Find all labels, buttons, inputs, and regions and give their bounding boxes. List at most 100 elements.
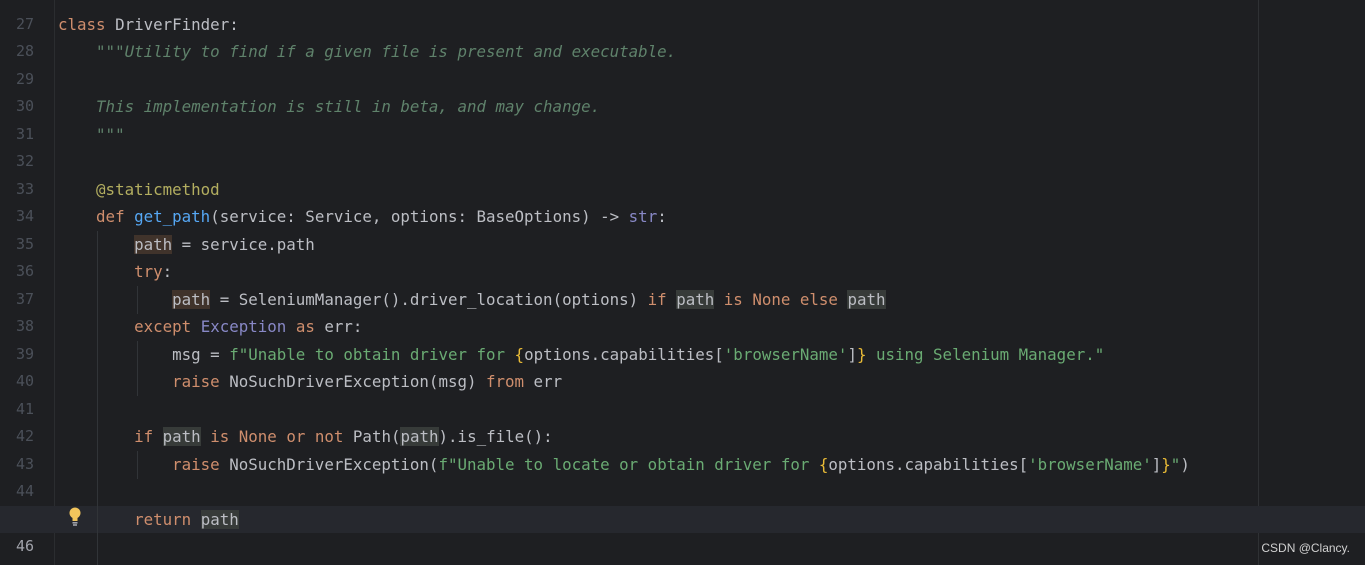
statement: err: bbox=[314, 317, 363, 336]
highlighted-variable[interactable]: path bbox=[134, 234, 173, 254]
code-line[interactable]: 36 path = service.path bbox=[0, 231, 1365, 280]
code-line-current[interactable]: 46 return path bbox=[0, 505, 1365, 555]
string: using Selenium Manager." bbox=[866, 344, 1105, 364]
function-name: get_path bbox=[134, 207, 211, 226]
code-text: """Utility to find if a given file is pr… bbox=[58, 38, 676, 66]
highlighted-variable[interactable]: path bbox=[200, 509, 239, 529]
code-line[interactable]: 44 raise NoSuchDriverException(f"Unable … bbox=[0, 451, 1365, 501]
code-line[interactable]: 40 msg = f"Unable to obtain driver for {… bbox=[0, 341, 1365, 391]
string: f"Unable to obtain driver for bbox=[229, 344, 515, 364]
statement: = SeleniumManager().driver_location(opti… bbox=[210, 289, 648, 309]
keyword: or bbox=[286, 427, 306, 446]
exception-class: Exception bbox=[200, 317, 287, 336]
code-line[interactable]: 45 bbox=[0, 478, 1365, 528]
code-line[interactable]: 38 path = SeleniumManager().driver_locat… bbox=[0, 286, 1365, 335]
indent-guide bbox=[137, 451, 138, 479]
keyword: raise bbox=[172, 454, 220, 474]
code-line[interactable]: 29 """Utility to find if a given file is… bbox=[0, 38, 1365, 88]
indent-guide bbox=[137, 341, 138, 396]
code-line[interactable]: 34 @staticmethod bbox=[0, 176, 1365, 226]
code-text: This implementation is still in beta, an… bbox=[58, 93, 600, 121]
code-text: msg = f"Unable to obtain driver for {opt… bbox=[58, 341, 1104, 369]
code-line[interactable]: 31 This implementation is still in beta,… bbox=[0, 93, 1365, 143]
fstring-brace: } bbox=[1161, 454, 1171, 474]
code-line[interactable]: 32 """ bbox=[0, 121, 1365, 171]
keyword: try bbox=[134, 262, 163, 281]
statement: err bbox=[524, 372, 563, 391]
highlighted-variable[interactable]: path bbox=[676, 289, 715, 309]
code-editor[interactable]: 27 28 class DriverFinder: 29 """Utility … bbox=[0, 0, 1365, 565]
statement: NoSuchDriverException( bbox=[219, 454, 439, 474]
code-line[interactable]: 27 bbox=[0, 0, 1365, 33]
statement: ) bbox=[1180, 454, 1190, 474]
code-line[interactable]: 41 raise NoSuchDriverException(msg) from… bbox=[0, 368, 1365, 418]
highlighted-variable[interactable]: path bbox=[172, 289, 211, 309]
parameters: (service: Service, options: BaseOptions)… bbox=[210, 207, 629, 226]
return-type: str bbox=[628, 207, 658, 226]
indent-guide bbox=[97, 231, 98, 565]
keyword: class bbox=[58, 14, 106, 34]
keyword: if bbox=[647, 289, 667, 309]
keyword: return bbox=[134, 509, 192, 529]
string: 'browserName' bbox=[723, 344, 848, 364]
code-text: if path is None or not Path(path).is_fil… bbox=[58, 423, 553, 451]
code-text: raise NoSuchDriverException(f"Unable to … bbox=[58, 451, 1190, 479]
docstring: """Utility to find if a given file is pr… bbox=[96, 42, 677, 61]
fstring-brace: { bbox=[514, 344, 525, 364]
statement: = service.path bbox=[172, 234, 315, 254]
expression: options.capabilities[ bbox=[828, 454, 1029, 474]
colon: : bbox=[162, 262, 173, 281]
code-text: class DriverFinder: bbox=[58, 11, 239, 39]
indent-guide bbox=[137, 286, 138, 314]
highlighted-variable[interactable]: path bbox=[847, 289, 886, 309]
keyword: def bbox=[96, 207, 125, 226]
string: f"Unable to locate or obtain driver for bbox=[438, 454, 819, 474]
decorator: @staticmethod bbox=[96, 179, 220, 199]
highlighted-variable[interactable]: path bbox=[162, 427, 201, 446]
keyword: if bbox=[134, 427, 154, 446]
statement: msg = bbox=[172, 344, 230, 364]
code-line[interactable]: 28 class DriverFinder: bbox=[0, 11, 1365, 61]
keyword: from bbox=[486, 372, 525, 391]
code-line[interactable]: 39 except Exception as err: bbox=[0, 313, 1365, 363]
statement: Path( bbox=[343, 427, 401, 446]
statement: NoSuchDriverException(msg) bbox=[219, 372, 486, 391]
code-line[interactable]: 42 bbox=[0, 396, 1365, 445]
code-text: raise NoSuchDriverException(msg) from er… bbox=[58, 368, 562, 396]
code-line[interactable]: 43 if path is None or not Path(path).is_… bbox=[0, 423, 1365, 473]
code-text: def get_path(service: Service, options: … bbox=[58, 203, 667, 231]
keyword: is bbox=[210, 427, 230, 446]
code-text: path = SeleniumManager().driver_location… bbox=[58, 286, 886, 314]
keyword: except bbox=[134, 317, 192, 336]
keyword: as bbox=[295, 317, 315, 336]
lightbulb-icon[interactable] bbox=[66, 506, 84, 528]
line-number: 47 bbox=[0, 561, 34, 565]
code-text: return path bbox=[58, 506, 239, 534]
highlighted-variable[interactable]: path bbox=[400, 427, 439, 446]
keyword: raise bbox=[172, 372, 220, 391]
code-line[interactable]: 30 bbox=[0, 66, 1365, 115]
keyword: is bbox=[723, 289, 743, 309]
code-line[interactable]: 37 try: bbox=[0, 258, 1365, 308]
code-line[interactable]: 33 bbox=[0, 148, 1365, 198]
keyword: else bbox=[799, 289, 838, 309]
keyword: None bbox=[238, 427, 277, 446]
code-text: try: bbox=[58, 258, 172, 286]
code-line[interactable]: 35 def get_path(service: Service, option… bbox=[0, 203, 1365, 253]
code-line[interactable]: 47 bbox=[0, 533, 1365, 565]
